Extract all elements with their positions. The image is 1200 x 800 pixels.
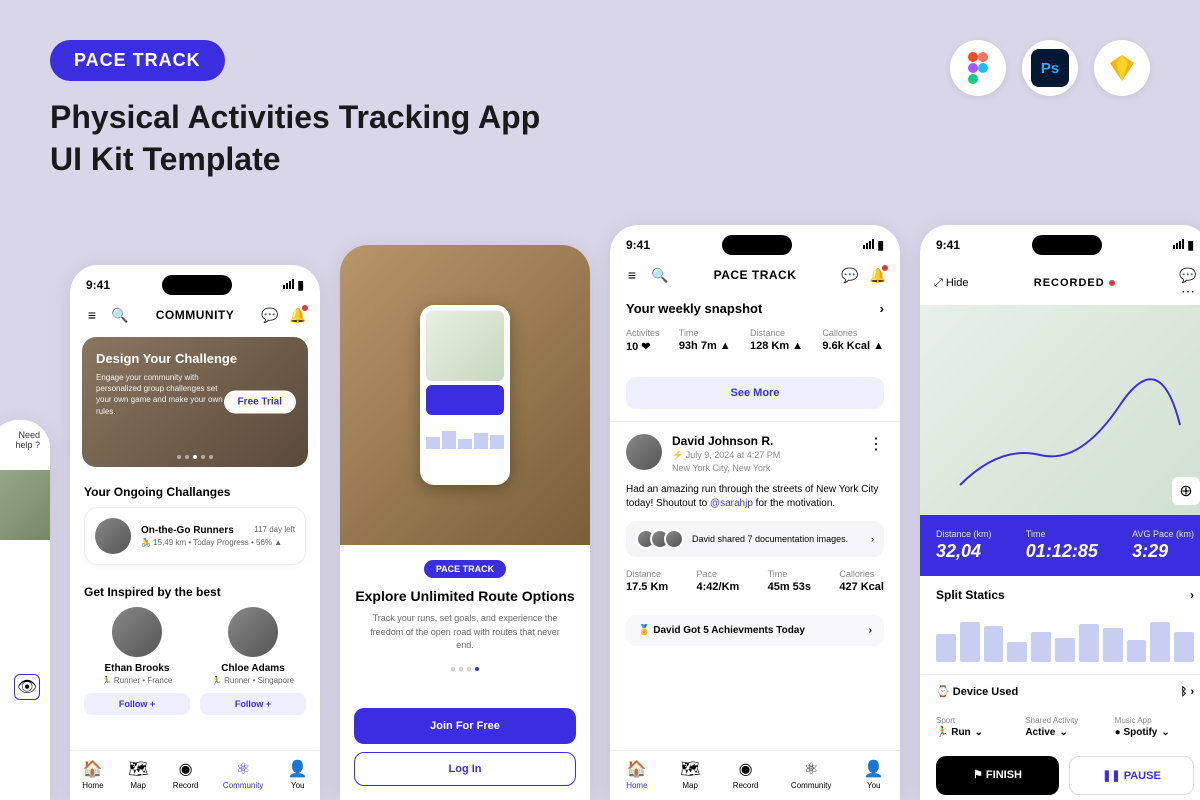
figma-icon (950, 40, 1006, 96)
nav-record[interactable]: ◉Record (173, 759, 199, 790)
hide-icon[interactable]: 👁 (14, 674, 40, 700)
person-card[interactable]: Ethan Brooks 🏃 Runner • France Follow + (84, 607, 190, 715)
follow-button[interactable]: Follow + (200, 693, 306, 715)
chat-icon[interactable]: 💬 (262, 307, 278, 323)
avatar[interactable] (626, 434, 662, 470)
phone-home: 9:41 ▮ ≡🔍 PACE TRACK 💬🔔 Your weekly snap… (610, 225, 900, 800)
avatar (112, 607, 162, 657)
brand-badge: PACE TRACK (50, 40, 225, 81)
nav-map[interactable]: 🗺Map (680, 759, 700, 790)
avatar (228, 607, 278, 657)
hero-banner[interactable]: Design Your Challenge Engage your commun… (82, 337, 308, 467)
follow-button[interactable]: Follow + (84, 693, 190, 715)
chevron-down-icon: ⌄ (1161, 727, 1169, 738)
screen-title: RECORDED (1034, 277, 1115, 289)
phone-community: 9:41 ▮ ≡🔍 COMMUNITY 💬🔔 Design Your Chall… (70, 265, 320, 800)
split-chart (936, 612, 1194, 662)
screen-title: PACE TRACK (714, 268, 797, 282)
post-text: Had an amazing run through the streets o… (626, 483, 884, 511)
inspired-title: Get Inspired by the best (84, 585, 306, 599)
join-button[interactable]: Join For Free (354, 708, 576, 744)
challenge-avatar (95, 518, 131, 554)
nav-you[interactable]: 👤You (864, 759, 884, 790)
search-icon[interactable]: 🔍 (652, 267, 668, 283)
challenge-card[interactable]: On-the-Go Runners117 day left 🚴 15,49 km… (84, 507, 306, 565)
free-trial-button[interactable]: Free Trial (224, 391, 296, 414)
mention-link[interactable]: @sarahjp (710, 498, 753, 509)
menu-icon[interactable]: ≡ (624, 267, 640, 283)
locate-icon[interactable]: ⊕ (1172, 477, 1200, 505)
menu-icon[interactable]: ≡ (84, 307, 100, 323)
nav-you[interactable]: 👤You (288, 759, 308, 790)
see-more-button[interactable]: See More (626, 377, 884, 409)
onboard-desc: Track your runs, set goals, and experien… (354, 612, 576, 653)
person-card[interactable]: Chloe Adams 🏃 Runner • Singapore Follow … (200, 607, 306, 715)
achievement-banner[interactable]: 🏅 David Got 5 Achievments Today› (626, 615, 884, 646)
signal-icon: ▮ (863, 238, 884, 252)
bluetooth-icon: ᛒ (1181, 686, 1188, 698)
nav-home[interactable]: 🏠Home (626, 759, 647, 790)
shared-images[interactable]: David shared 7 documentation images.› (626, 521, 884, 557)
shared-select[interactable]: Shared ActivityActive ⌄ (1025, 716, 1104, 738)
chat-icon[interactable]: 💬 (1180, 267, 1196, 283)
screen-title: COMMUNITY (156, 308, 235, 322)
chevron-down-icon: ⌄ (1059, 727, 1067, 738)
more-icon[interactable]: ⋮ (868, 434, 884, 454)
chevron-right-icon[interactable]: › (1190, 588, 1194, 602)
page-title: Physical Activities Tracking App UI Kit … (50, 97, 1150, 180)
chat-icon[interactable]: 💬 (842, 267, 858, 283)
photoshop-icon: Ps (1022, 40, 1078, 96)
onboard-title: Explore Unlimited Route Options (354, 588, 576, 604)
nav-community[interactable]: ⚛Community (791, 759, 831, 790)
phone-recording: 9:41 ▮ ⤢ Hide RECORDED 💬 ⋯ ⊕ Distance (k… (920, 225, 1200, 800)
signal-icon: ▮ (1173, 238, 1194, 252)
nav-home[interactable]: 🏠Home (82, 759, 103, 790)
signal-icon: ▮ (283, 278, 304, 292)
sport-select[interactable]: Sport🏃 Run ⌄ (936, 716, 1015, 738)
chevron-right-icon[interactable]: › (1190, 686, 1194, 698)
bell-icon[interactable]: 🔔 (870, 267, 886, 283)
pause-button[interactable]: ❚❚ PAUSE (1069, 756, 1194, 795)
search-icon[interactable]: 🔍 (112, 307, 128, 323)
phone-onboarding: PACE TRACK Explore Unlimited Route Optio… (340, 245, 590, 800)
ongoing-title: Your Ongoing Challanges (84, 485, 306, 499)
split-title: Split Statics (936, 588, 1005, 602)
chevron-down-icon: ⌄ (975, 727, 983, 738)
hide-button[interactable]: ⤢ Hide (934, 277, 968, 290)
map-view[interactable]: ⊕ (920, 305, 1200, 515)
device-label: ⌚ Device Used (936, 685, 1018, 698)
chevron-right-icon[interactable]: › (880, 301, 884, 316)
post-author[interactable]: David Johnson R. (672, 434, 858, 448)
bell-icon[interactable]: 🔔 (290, 307, 306, 323)
finish-button[interactable]: ⚑ FINISH (936, 756, 1059, 795)
help-link[interactable]: Need help ? (0, 420, 50, 460)
nav-community[interactable]: ⚛Community (223, 759, 263, 790)
brand-badge: PACE TRACK (424, 560, 506, 578)
more-icon[interactable]: ⋯ (1180, 283, 1196, 299)
login-button[interactable]: Log In (354, 752, 576, 786)
nav-map[interactable]: 🗺Map (128, 759, 148, 790)
sketch-icon (1094, 40, 1150, 96)
phone-partial: Need help ? 👁 (0, 420, 50, 800)
snapshot-title: Your weekly snapshot (626, 301, 762, 316)
music-select[interactable]: Music App● Spotify ⌄ (1115, 716, 1194, 738)
nav-record[interactable]: ◉Record (733, 759, 759, 790)
